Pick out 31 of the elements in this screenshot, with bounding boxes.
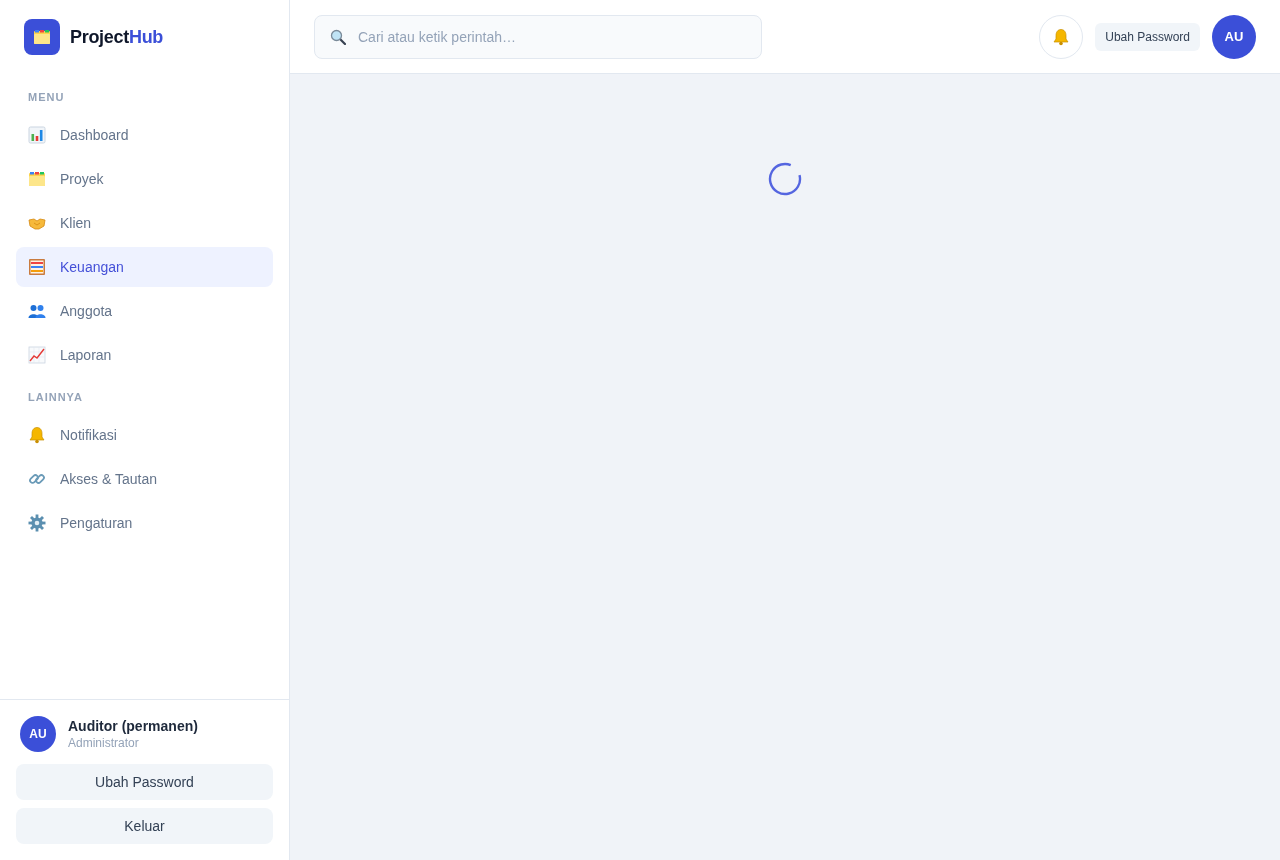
- folder-icon: [33, 28, 51, 46]
- user-role: Administrator: [68, 735, 140, 751]
- line-chart-icon: [28, 346, 46, 364]
- nav-item[interactable]: Anggota: [16, 291, 273, 331]
- change-password-button[interactable]: Ubah Password: [1095, 22, 1200, 51]
- folder-icon: [28, 170, 46, 188]
- user-name: Auditor (permanen): [68, 717, 198, 735]
- user-avatar[interactable]: AU: [20, 716, 56, 752]
- logout-button[interactable]: Keluar: [16, 808, 273, 844]
- app-logo-icon[interactable]: [24, 19, 60, 55]
- search-icon: [330, 28, 346, 45]
- settings-icon: [28, 514, 46, 532]
- nav-item[interactable]: Proyek: [16, 159, 273, 199]
- user-avatar[interactable]: AU: [1212, 14, 1256, 59]
- bell-icon: [1052, 27, 1071, 46]
- bell-icon: [28, 426, 46, 444]
- nav-section-label: MENU: [27, 90, 66, 105]
- people-icon: [28, 302, 46, 320]
- abacus-icon: [28, 258, 46, 276]
- nav-item[interactable]: Notifikasi: [16, 415, 273, 455]
- app-logo-text[interactable]: ProjectHub: [70, 25, 164, 49]
- search-field[interactable]: Cari atau ketik perintah…: [314, 14, 762, 59]
- nav-item[interactable]: Keuangan: [16, 247, 273, 287]
- change-password-button[interactable]: Ubah Password: [16, 764, 273, 800]
- nav-item[interactable]: Akses & Tautan: [16, 459, 273, 499]
- nav-item[interactable]: Pengaturan: [16, 503, 273, 543]
- nav-item[interactable]: Laporan: [16, 335, 273, 375]
- bar-chart-icon: [28, 126, 46, 144]
- nav-section-label: LAINNYA: [27, 390, 84, 405]
- nav-item[interactable]: Dashboard: [16, 115, 273, 155]
- nav-item[interactable]: Klien: [16, 203, 273, 243]
